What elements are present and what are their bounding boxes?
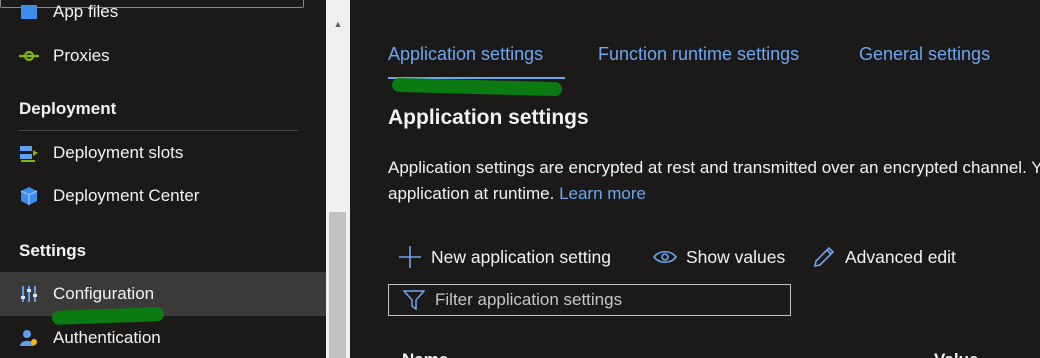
show-values-label: Show values bbox=[686, 246, 786, 267]
tab-general-settings[interactable]: General settings bbox=[859, 44, 990, 65]
new-application-setting-label: New application setting bbox=[431, 246, 611, 267]
deployment-center-icon bbox=[18, 185, 40, 207]
sidebar-item-label: Deployment slots bbox=[53, 143, 184, 162]
sidebar-item-configuration[interactable]: Configuration bbox=[0, 272, 326, 316]
left-sidebar: App files Proxies Deployment Deployment … bbox=[0, 0, 326, 358]
app-files-icon bbox=[18, 1, 40, 23]
tab-function-runtime-settings[interactable]: Function runtime settings bbox=[598, 44, 799, 65]
configuration-icon bbox=[18, 283, 40, 305]
main-content: Application settings Function runtime se… bbox=[350, 0, 1040, 358]
filter-icon bbox=[403, 290, 425, 310]
sidebar-item-label: Deployment Center bbox=[53, 186, 200, 205]
sidebar-item-label: Configuration bbox=[53, 284, 155, 303]
sidebar-item-deployment-center[interactable]: Deployment Center bbox=[0, 174, 326, 218]
section-title: Application settings bbox=[388, 106, 589, 129]
advanced-edit-button[interactable]: Advanced edit bbox=[812, 244, 956, 270]
authentication-icon bbox=[18, 327, 40, 349]
description-line-2-text: application at runtime. bbox=[388, 184, 555, 203]
scroll-thumb[interactable] bbox=[329, 212, 346, 358]
sidebar-item-label: Authentication bbox=[53, 328, 161, 347]
header-fragment bbox=[390, 0, 590, 2]
filter-input[interactable] bbox=[435, 290, 775, 310]
proxy-icon bbox=[18, 45, 40, 67]
description-line-2: application at runtime. Learn more bbox=[388, 181, 1040, 207]
sidebar-item-label: App files bbox=[53, 2, 119, 21]
sidebar-item-app-files[interactable]: App files bbox=[0, 0, 326, 34]
new-application-setting-button[interactable]: New application setting bbox=[398, 244, 611, 270]
advanced-edit-label: Advanced edit bbox=[845, 246, 956, 267]
deployment-slots-icon bbox=[18, 142, 40, 164]
pencil-icon bbox=[812, 245, 836, 269]
sidebar-item-proxies[interactable]: Proxies bbox=[0, 34, 326, 78]
learn-more-link[interactable]: Learn more bbox=[559, 184, 646, 203]
section-header-deployment: Deployment bbox=[19, 99, 117, 118]
sidebar-item-deployment-slots[interactable]: Deployment slots bbox=[0, 131, 326, 175]
section-header-settings: Settings bbox=[19, 241, 87, 260]
column-header-name[interactable]: Name bbox=[402, 350, 448, 358]
filter-box[interactable] bbox=[388, 284, 791, 316]
description-line-1: Application settings are encrypted at re… bbox=[388, 158, 1040, 177]
sidebar-scrollbar[interactable]: ▲ bbox=[326, 0, 350, 358]
plus-icon bbox=[398, 245, 422, 269]
sidebar-item-authentication[interactable]: Authentication bbox=[0, 316, 326, 358]
sidebar-item-label: Proxies bbox=[53, 46, 110, 65]
column-header-value[interactable]: Value bbox=[934, 350, 978, 358]
eye-icon bbox=[653, 249, 677, 265]
description: Application settings are encrypted at re… bbox=[388, 155, 1040, 207]
show-values-button[interactable]: Show values bbox=[653, 244, 785, 270]
annotation-highlight bbox=[391, 77, 563, 97]
scroll-up-icon[interactable]: ▲ bbox=[326, 14, 350, 34]
tab-application-settings[interactable]: Application settings bbox=[388, 44, 543, 65]
